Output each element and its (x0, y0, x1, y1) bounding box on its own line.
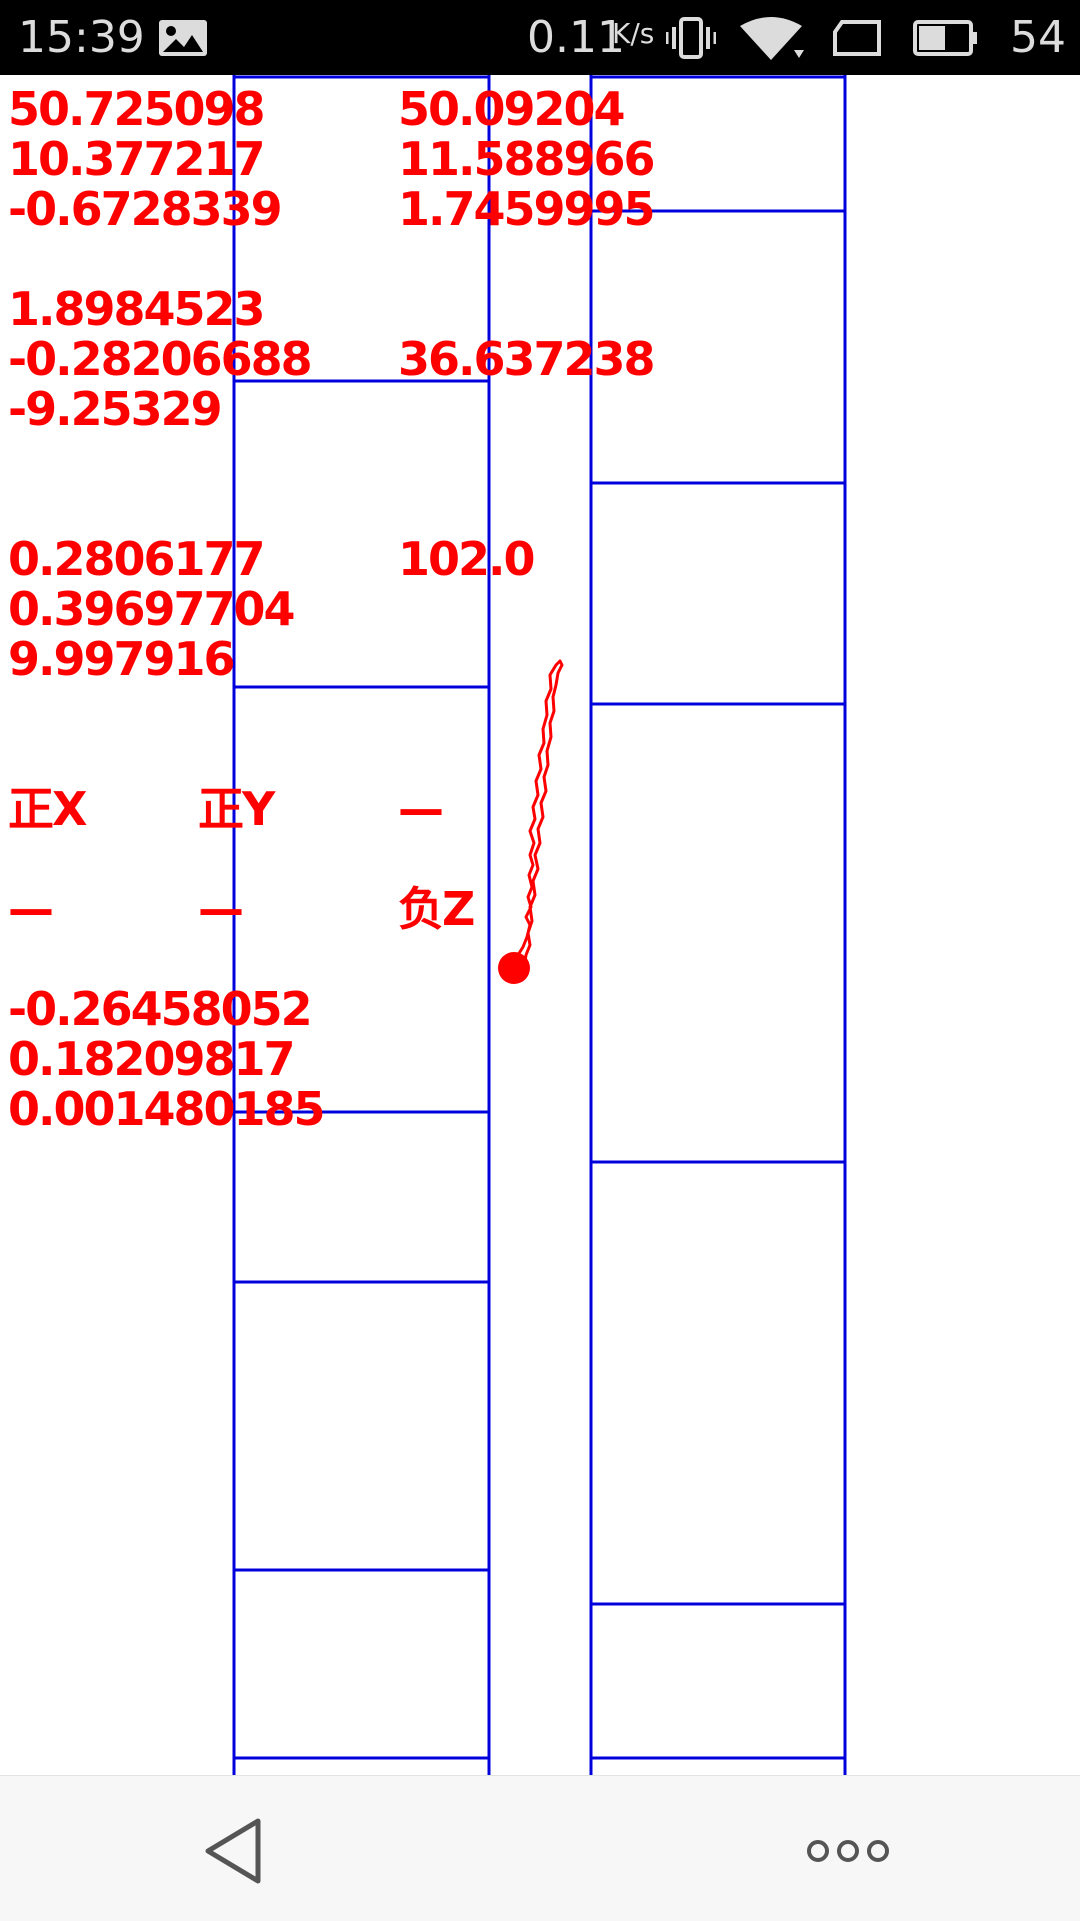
reading-l1-3: -0.6728339 (8, 182, 283, 236)
wifi-icon (740, 17, 804, 60)
more-icon[interactable] (806, 1836, 890, 1866)
battery-icon (913, 20, 977, 56)
battery-level: 54 (1010, 12, 1066, 63)
reading-r1-2: 11.588966 (398, 132, 656, 186)
image-icon (159, 20, 207, 56)
reading-l2-2: -0.28206688 (8, 332, 313, 386)
reading-l3-1: 0.2806177 (8, 532, 266, 586)
reading-r1-3: 1.7459995 (398, 182, 656, 236)
reading-l1-1: 50.725098 (8, 82, 266, 136)
reading-r2: 36.637238 (398, 332, 656, 386)
net-speed: 0.11 (527, 12, 625, 63)
sensor-canvas[interactable]: 50.725098 10.377217 -0.6728339 1.8984523… (0, 75, 1080, 1775)
reading-l4-1: -0.26458052 (8, 982, 313, 1036)
back-icon[interactable] (200, 1816, 266, 1886)
navigation-bar (0, 1775, 1080, 1921)
orientation-y2-label: — (198, 882, 244, 936)
orientation-x2-label: — (8, 882, 54, 936)
reading-l2-1: 1.8984523 (8, 282, 266, 336)
motion-trace (512, 659, 564, 969)
orientation-x-label: 正X (8, 782, 87, 836)
reading-l1-2: 10.377217 (8, 132, 266, 186)
orientation-y-label: 正Y (198, 782, 275, 836)
orientation-z2-label: 负Z (398, 882, 475, 936)
orientation-z-label: — (398, 782, 444, 836)
net-speed-unit: K/s (612, 17, 655, 50)
status-time: 15:39 (18, 12, 145, 63)
reading-r3: 102.0 (398, 532, 536, 586)
reading-l2-3: -9.25329 (8, 382, 223, 436)
tilt-ball (498, 952, 530, 984)
reading-l4-2: 0.18209817 (8, 1032, 296, 1086)
vibrate-icon (666, 17, 716, 59)
status-bar: 15:39 0.11 K/s 54 (0, 0, 1080, 75)
reading-l3-3: 9.997916 (8, 632, 236, 686)
reading-l3-2: 0.39697704 (8, 582, 296, 636)
reading-l4-3: 0.001480185 (8, 1082, 326, 1136)
reading-r1-1: 50.09204 (398, 82, 626, 136)
sim-card-icon (833, 20, 881, 56)
